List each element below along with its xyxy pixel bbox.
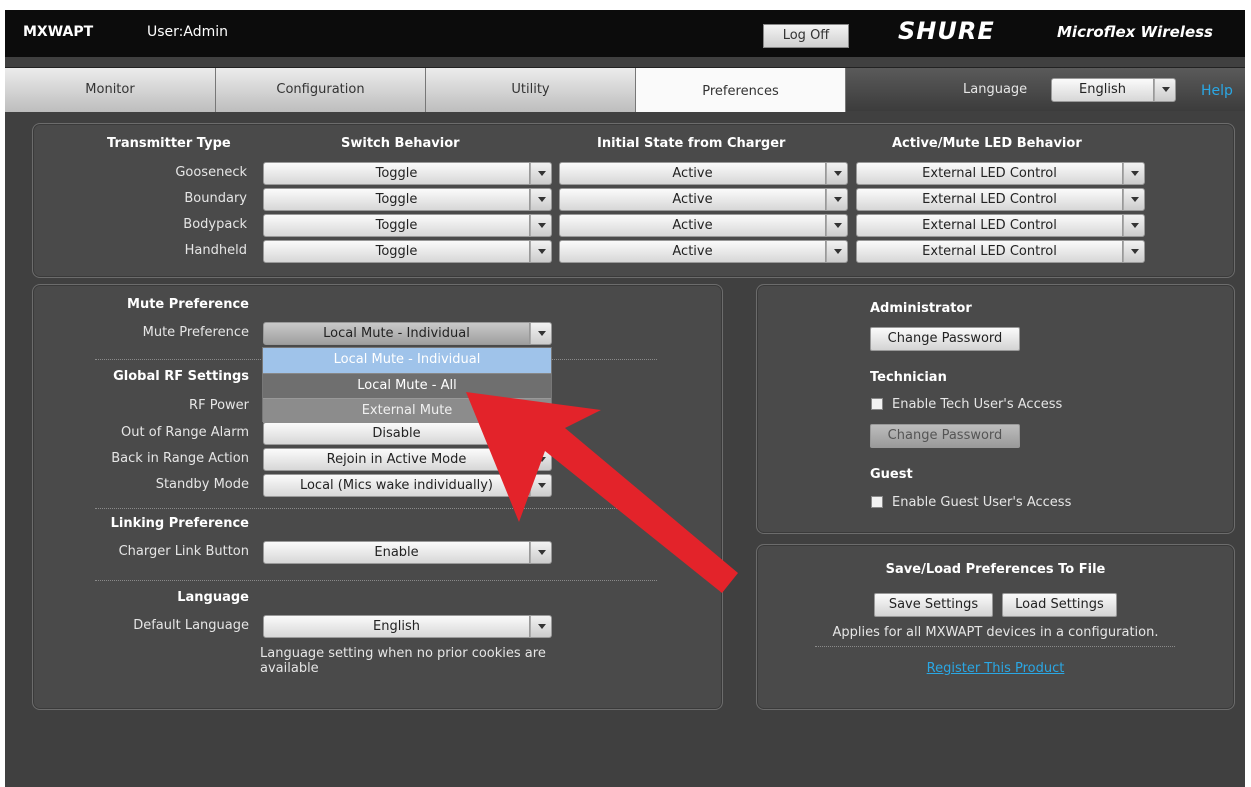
annotation-arrow-icon (466, 392, 738, 593)
annotation-arrow-shape (466, 392, 738, 593)
app-window: MXWAPT User:Admin Log Off SHURE Microfle… (5, 10, 1245, 787)
